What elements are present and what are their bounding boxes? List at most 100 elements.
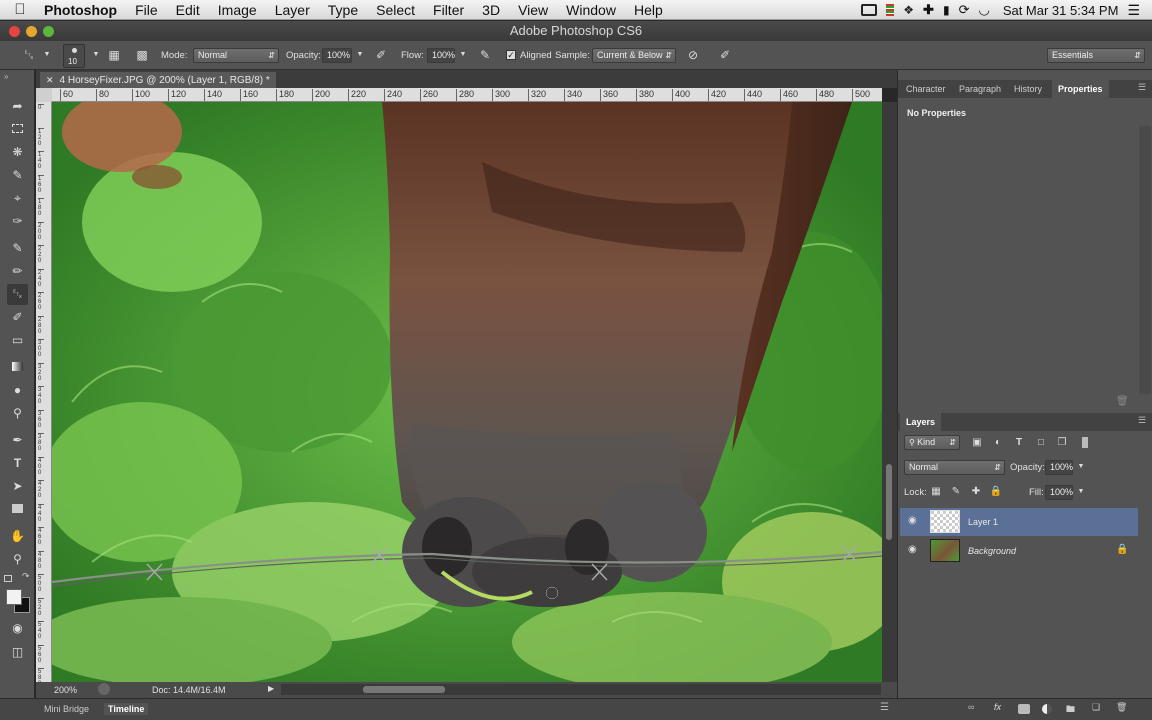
filter-shape-icon[interactable]: □ bbox=[1032, 434, 1050, 452]
rectangle-tool-icon[interactable] bbox=[7, 499, 28, 520]
layer-row-layer-1[interactable]: ◉ Layer 1 bbox=[900, 508, 1138, 536]
layer-style-fx-icon[interactable]: fx bbox=[994, 702, 1001, 712]
tab-paragraph[interactable]: Paragraph bbox=[959, 80, 1001, 98]
layer-row-background[interactable]: ◉ Background 🔒 bbox=[900, 537, 1138, 565]
menu-filter[interactable]: Filter bbox=[424, 2, 473, 18]
properties-trash-icon[interactable]: 🗑 bbox=[1116, 396, 1129, 407]
lock-position-icon[interactable]: ✚ bbox=[967, 483, 985, 501]
menu-edit[interactable]: Edit bbox=[167, 2, 209, 18]
status-arrow-icon[interactable]: ▶ bbox=[268, 684, 274, 693]
airbrush-icon[interactable]: ✎ bbox=[476, 46, 494, 64]
dodge-tool-icon[interactable]: ⚲ bbox=[7, 403, 28, 424]
path-selection-tool-icon[interactable]: ➤ bbox=[7, 476, 28, 497]
filter-type-icon[interactable]: T bbox=[1010, 434, 1028, 452]
menu-app-name[interactable]: Photoshop bbox=[40, 2, 126, 18]
new-layer-icon[interactable]: ❏ bbox=[1092, 702, 1100, 713]
filter-toggle-switch[interactable] bbox=[1082, 437, 1088, 448]
toggle-brush-panel-icon[interactable]: ▦ bbox=[105, 46, 123, 64]
move-tool-icon[interactable]: ➦ bbox=[7, 96, 28, 117]
new-group-icon[interactable]: 🖿 bbox=[1066, 702, 1075, 718]
menu-3d[interactable]: 3D bbox=[473, 2, 509, 18]
background-layer-name[interactable]: Background bbox=[968, 546, 1016, 556]
layer-opacity-input[interactable]: 100% bbox=[1045, 460, 1073, 475]
lock-all-icon[interactable]: 🔒 bbox=[987, 483, 1005, 501]
filter-smart-object-icon[interactable]: ❐ bbox=[1053, 434, 1071, 452]
vertical-ruler[interactable]: 0 120 140 160 180 200 220 240 260 280 300 320 340 360… bbox=[36, 102, 52, 682]
fill-arrow-icon[interactable]: ▼ bbox=[1072, 483, 1090, 501]
status-menu-icon[interactable] bbox=[98, 683, 110, 695]
menu-file[interactable]: File bbox=[126, 2, 167, 18]
adjustment-layer-icon[interactable] bbox=[1042, 704, 1052, 714]
tab-character[interactable]: Character bbox=[906, 80, 946, 98]
aligned-checkbox[interactable]: ✓ bbox=[506, 50, 516, 60]
tab-history[interactable]: History bbox=[1014, 80, 1042, 98]
menu-type[interactable]: Type bbox=[319, 2, 367, 18]
visibility-eye-icon[interactable]: ◉ bbox=[908, 544, 917, 555]
delete-layer-icon[interactable]: 🗑 bbox=[1116, 702, 1127, 713]
horizontal-scrollbar[interactable] bbox=[281, 684, 881, 695]
lock-transparent-icon[interactable]: ▦ bbox=[927, 483, 945, 501]
eraser-tool-icon[interactable]: ▭ bbox=[7, 330, 28, 351]
document-tab[interactable]: ✕ 4 HorseyFixer.JPG @ 200% (Layer 1, RGB/… bbox=[40, 72, 276, 88]
list-menu-icon[interactable]: ☰ bbox=[1127, 2, 1140, 19]
ruler-origin[interactable] bbox=[36, 88, 52, 102]
bottom-panel-menu-icon[interactable]: ☰ bbox=[880, 702, 889, 713]
flow-dropdown-arrow-icon[interactable]: ▼ bbox=[454, 46, 472, 64]
blur-tool-icon[interactable]: ● bbox=[7, 380, 28, 401]
horizontal-scroll-thumb[interactable] bbox=[363, 686, 445, 693]
marquee-tool-icon[interactable] bbox=[7, 119, 28, 140]
opacity-input[interactable]: 100% bbox=[322, 48, 352, 63]
clone-stamp-tool-icon[interactable]: ␃ bbox=[7, 284, 28, 305]
filter-adjustment-icon[interactable]: ◐ bbox=[989, 434, 1007, 452]
layer-1-name[interactable]: Layer 1 bbox=[968, 517, 998, 527]
tab-timeline[interactable]: Timeline bbox=[104, 703, 149, 715]
bars-icon[interactable] bbox=[886, 4, 895, 16]
type-tool-icon[interactable]: T bbox=[7, 453, 28, 474]
zoom-tool-icon[interactable]: ⚲ bbox=[7, 549, 28, 570]
pressure-size-icon[interactable]: ✐ bbox=[716, 46, 734, 64]
clone-stamp-preset-icon[interactable]: ␃ bbox=[20, 46, 38, 64]
panel-menu-icon[interactable]: ☰ bbox=[1138, 82, 1146, 93]
swap-colors-icon[interactable]: ↷ bbox=[22, 571, 30, 582]
plus-icon[interactable]: ✚ bbox=[923, 2, 934, 18]
menu-help[interactable]: Help bbox=[625, 2, 672, 18]
tab-properties[interactable]: Properties bbox=[1052, 80, 1109, 98]
opacity-dropdown-arrow-icon[interactable]: ▼ bbox=[351, 46, 369, 64]
flow-input[interactable]: 100% bbox=[427, 48, 455, 63]
quick-selection-tool-icon[interactable]: ✎ bbox=[7, 165, 28, 186]
quick-mask-icon[interactable]: ◉ bbox=[7, 618, 28, 639]
collapse-tools-icon[interactable]: » bbox=[4, 72, 8, 81]
mode-select[interactable]: Normal ⇵ bbox=[193, 48, 279, 63]
brush-tool-icon[interactable]: ✏ bbox=[7, 261, 28, 282]
sample-select[interactable]: Current & Below ⇵ bbox=[592, 48, 676, 63]
canvas-vertical-scrollbar[interactable] bbox=[882, 102, 897, 682]
menu-select[interactable]: Select bbox=[367, 2, 424, 18]
document-canvas[interactable] bbox=[52, 102, 882, 682]
blend-mode-select[interactable]: Normal ⇵ bbox=[904, 460, 1005, 475]
properties-scrollbar[interactable] bbox=[1139, 126, 1151, 394]
vertical-scroll-thumb[interactable] bbox=[886, 464, 892, 540]
add-mask-icon[interactable] bbox=[1018, 704, 1030, 714]
brush-size-picker[interactable]: 10 bbox=[63, 44, 85, 68]
preset-dropdown-arrow-icon[interactable]: ▼ bbox=[38, 46, 56, 64]
clock[interactable]: Sat Mar 31 5:34 PM bbox=[1003, 3, 1119, 18]
layers-panel-menu-icon[interactable]: ☰ bbox=[1138, 415, 1146, 426]
zoom-window-icon[interactable] bbox=[43, 26, 54, 37]
close-window-icon[interactable] bbox=[9, 26, 20, 37]
healing-brush-tool-icon[interactable]: ✎ bbox=[7, 238, 28, 259]
menu-view[interactable]: View bbox=[509, 2, 557, 18]
fill-input[interactable]: 100% bbox=[1045, 485, 1073, 500]
sync-icon[interactable]: ⟳ bbox=[959, 2, 970, 18]
lock-image-icon[interactable]: ✎ bbox=[947, 483, 965, 501]
horizontal-ruler[interactable]: 60 80 100 120 140 160 180 200 220 240 260 280 300 320… bbox=[52, 88, 882, 102]
eyedropper-tool-icon[interactable]: ✑ bbox=[7, 211, 28, 232]
history-brush-tool-icon[interactable]: ✐ bbox=[7, 307, 28, 328]
tab-mini-bridge[interactable]: Mini Bridge bbox=[44, 704, 89, 714]
screen-record-icon[interactable] bbox=[861, 4, 878, 16]
brush-dropdown-arrow-icon[interactable]: ▼ bbox=[87, 46, 105, 64]
foreground-color-swatch[interactable] bbox=[6, 589, 22, 605]
minimize-window-icon[interactable] bbox=[26, 26, 37, 37]
wifi-icon[interactable]: ◡ bbox=[978, 2, 989, 18]
tab-layers[interactable]: Layers bbox=[900, 413, 942, 431]
phone-icon[interactable]: ▮ bbox=[943, 3, 950, 17]
